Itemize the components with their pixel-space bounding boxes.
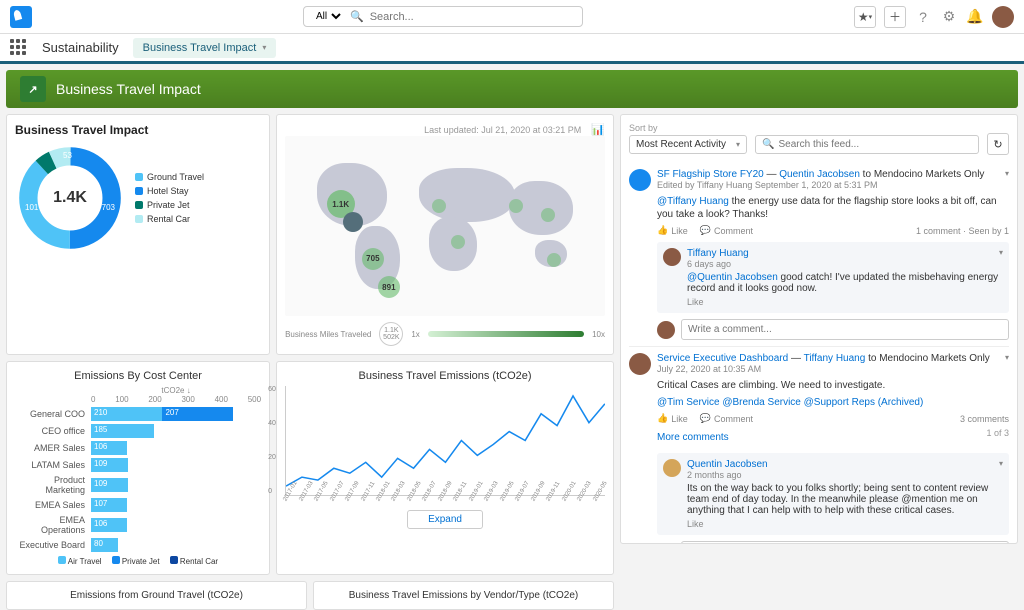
user-avatar[interactable]	[992, 6, 1014, 28]
donut-chart: 1.4K 53 101 703	[15, 143, 125, 253]
app-name: Sustainability	[42, 40, 119, 55]
bar-row: EMEA Sales107	[15, 498, 261, 512]
sort-dropdown[interactable]: Most Recent Activity▾	[629, 135, 747, 154]
line-card: Business Travel Emissions (tCO2e) 604020…	[276, 361, 614, 575]
help-icon[interactable]: ?	[914, 8, 932, 26]
reply-like[interactable]: Like	[687, 297, 1003, 307]
app-launcher-icon[interactable]	[10, 39, 28, 57]
like-button[interactable]: 👍 Like	[657, 413, 688, 424]
avatar	[663, 459, 681, 477]
global-search[interactable]: All 🔍	[303, 6, 583, 27]
search-icon: 🔍	[762, 139, 774, 150]
avatar	[663, 248, 681, 266]
add-button[interactable]: ＋	[884, 6, 906, 28]
comment-button[interactable]: 💬 Comment	[700, 413, 753, 424]
bar-row: EMEA Operations106	[15, 515, 261, 535]
bar-row: LATAM Sales109	[15, 458, 261, 472]
bars-unit: tCO2e ↓	[161, 386, 190, 395]
map-card: Last updated: Jul 21, 2020 at 03:21 PM 📊…	[276, 114, 614, 355]
bar-row: Product Marketing109	[15, 475, 261, 495]
post-menu-icon[interactable]: ▾	[1005, 353, 1009, 375]
bar-row: CEO office185	[15, 424, 261, 438]
dashboard-title: Business Travel Impact	[15, 123, 148, 137]
gear-icon[interactable]: ⚙	[940, 8, 958, 26]
post-author[interactable]: Quentin Jacobsen	[779, 169, 860, 180]
reply-menu-icon[interactable]: ▾	[999, 248, 1003, 269]
feed-search-input[interactable]	[779, 139, 973, 150]
like-button[interactable]: 👍 Like	[657, 225, 688, 236]
page-title: Business Travel Impact	[56, 81, 201, 97]
bar-row: General COO210207	[15, 407, 261, 421]
donut-card: Business Travel Impact 1.4K 53 101 70	[6, 114, 270, 355]
chevron-down-icon: ▾	[262, 43, 266, 52]
header-icon: ↗	[20, 76, 46, 102]
feed-post: Service Executive Dashboard — Tiffany Hu…	[629, 347, 1009, 544]
search-input[interactable]	[370, 11, 574, 23]
avatar	[629, 353, 651, 375]
search-scope-select[interactable]: All	[312, 10, 344, 23]
feed-post: SF Flagship Store FY20 — Quentin Jacobse…	[629, 163, 1009, 347]
bell-icon[interactable]: 🔔	[966, 8, 984, 26]
comment-button[interactable]: 💬 Comment	[700, 225, 753, 236]
bar-row: Executive Board80	[15, 538, 261, 552]
salesforce-logo	[10, 6, 32, 28]
reply-like[interactable]: Like	[687, 519, 1003, 529]
feed-panel: Sort by Most Recent Activity▾ 🔍 ↻ SF Fla…	[620, 114, 1018, 544]
small-card-vendor: Business Travel Emissions by Vendor/Type…	[313, 581, 614, 610]
favorite-button[interactable]: ★▾	[854, 6, 876, 28]
line-chart: 6040200	[285, 386, 605, 496]
tab-business-travel-impact[interactable]: Business Travel Impact ▾	[133, 38, 277, 58]
avatar	[657, 321, 675, 339]
feed-search[interactable]: 🔍	[755, 135, 979, 154]
expand-button[interactable]: Expand	[407, 510, 483, 529]
refresh-button[interactable]: ↻	[987, 133, 1009, 155]
bar-row: AMER Sales106	[15, 441, 261, 455]
reply-menu-icon[interactable]: ▾	[999, 459, 1003, 480]
small-card-ground: Emissions from Ground Travel (tCO2e)	[6, 581, 307, 610]
comment-input[interactable]	[681, 319, 1009, 340]
avatar	[629, 169, 651, 191]
post-link[interactable]: SF Flagship Store FY20	[657, 169, 764, 180]
post-menu-icon[interactable]: ▾	[1005, 169, 1009, 191]
search-icon: 🔍	[350, 10, 364, 23]
avatar	[657, 543, 675, 545]
world-map[interactable]: 1.1K 705 891	[285, 136, 605, 316]
chart-icon[interactable]: 📊	[591, 123, 605, 136]
comment-input[interactable]	[681, 541, 1009, 544]
page-header: ↗ Business Travel Impact	[6, 70, 1018, 108]
bars-card: Emissions By Cost Center tCO2e ↓ 0100200…	[6, 361, 270, 575]
more-comments-link[interactable]: More comments	[657, 432, 729, 443]
